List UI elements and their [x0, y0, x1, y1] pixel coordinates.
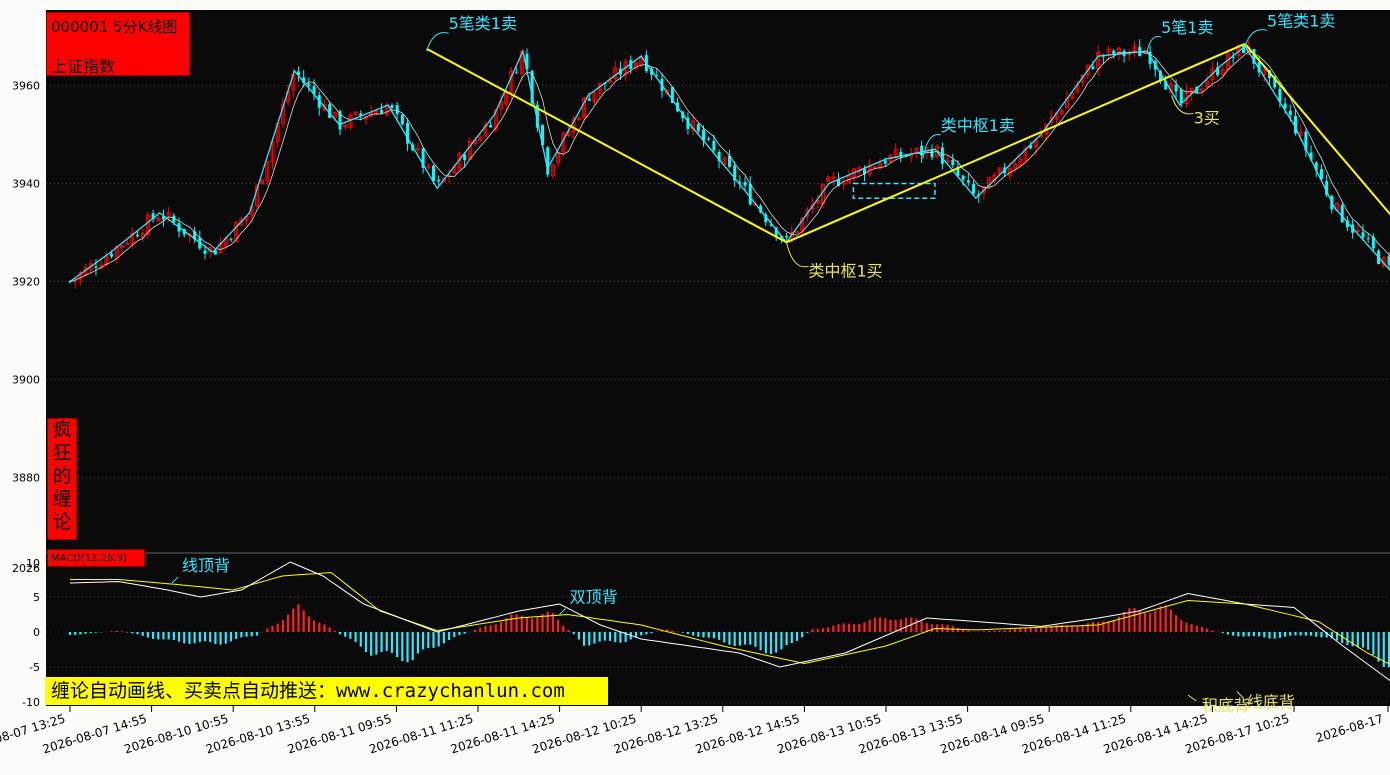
- candle-body: [1366, 238, 1370, 240]
- macd-year-label: 2026: [12, 562, 40, 575]
- candle-body: [707, 138, 711, 140]
- macd-y-tick-label: 5: [33, 591, 40, 604]
- candle-body: [972, 184, 976, 194]
- candle-body: [1355, 230, 1360, 233]
- candle-body: [940, 147, 944, 164]
- macd-annotation-label: 积底背: [1202, 696, 1250, 715]
- candle-body: [696, 124, 700, 132]
- candle-body: [203, 250, 207, 254]
- candle-body: [785, 236, 789, 238]
- candle-body: [841, 182, 846, 185]
- candle-body: [712, 140, 716, 151]
- macd-annotation-label: 线顶背: [182, 556, 230, 575]
- macd-y-axis: -10-505102026: [12, 557, 40, 709]
- candle-body: [546, 147, 550, 175]
- candle-body: [307, 83, 311, 86]
- candle-body: [748, 183, 752, 205]
- annotation-label: 5笔类1卖: [449, 14, 517, 33]
- chart-title-box: 000001 5分K线图 上证指数: [46, 12, 190, 76]
- candle-body: [380, 109, 384, 114]
- candle-body: [1288, 110, 1292, 116]
- chart-canvas: 3880 3900 3920 3940 3960 5笔类1卖类中枢1买 类中枢1卖 5笔1卖…: [0, 10, 1390, 756]
- macd-y-tick-label: 0: [33, 626, 40, 639]
- y-tick-label: 3920: [12, 276, 40, 289]
- candle-body: [431, 165, 435, 182]
- candle-body: [125, 242, 130, 245]
- index-name-label: 上证指数: [51, 57, 116, 76]
- candle-body: [1340, 204, 1344, 223]
- candle-body: [966, 180, 970, 183]
- candle-body: [400, 114, 404, 125]
- y-tick-label: 3940: [12, 178, 40, 191]
- x-tick-label: 2026-08-17: [1314, 711, 1385, 745]
- candle-body: [229, 239, 233, 241]
- candle-body: [743, 182, 747, 186]
- y-tick-label: 3880: [12, 472, 40, 485]
- chart-code-label: 000001 5分K线图: [51, 18, 178, 36]
- candle-body: [587, 98, 591, 101]
- annotation-label: 3买: [1194, 108, 1220, 127]
- candle-body: [390, 105, 394, 108]
- brand-char: 的: [52, 465, 72, 487]
- candle-body: [110, 253, 114, 257]
- candle-body: [872, 166, 877, 169]
- candle-body: [489, 125, 493, 128]
- candle-body: [94, 266, 98, 268]
- macd-y-tick-label: -10: [22, 696, 40, 709]
- candle-body: [437, 179, 441, 182]
- macd-title-box: MACD(12,26,9): [47, 549, 145, 567]
- candle-body: [136, 234, 140, 237]
- macd-annotation-label: 线底背: [1247, 693, 1295, 712]
- candle-body: [395, 105, 399, 115]
- candle-body: [1091, 66, 1095, 69]
- main-y-axis: 3880 3900 3920 3940 3960: [12, 80, 40, 485]
- candle-body: [951, 160, 955, 165]
- candle-body: [961, 175, 965, 180]
- annotation-label: 5笔类1卖: [1267, 11, 1335, 30]
- brand-char: 缠: [52, 488, 72, 510]
- annotation-label: 类中枢1买: [808, 261, 882, 280]
- candle-body: [1174, 85, 1178, 92]
- x-axis: 2026-08-07 13:252026-08-07 14:552026-08-…: [0, 706, 1389, 756]
- y-tick-label: 3960: [12, 80, 40, 93]
- brand-char: 狂: [52, 442, 72, 464]
- candle-body: [1361, 232, 1365, 238]
- brand-char: 论: [52, 511, 72, 533]
- annotation-label: 类中枢1卖: [941, 116, 1015, 135]
- candle-body: [1179, 89, 1183, 104]
- candle-body: [415, 148, 420, 151]
- brand-char: 疯: [52, 419, 72, 441]
- macd-annotation-label: 双顶背: [570, 588, 618, 607]
- promo-banner[interactable]: 缠论自动画线、买卖点自动推送：www.crazychanlun.com: [45, 677, 608, 705]
- brand-box: 疯 狂 的 缠 论: [47, 418, 77, 540]
- candle-body: [883, 160, 887, 164]
- macd-y-tick-label: -5: [29, 661, 40, 674]
- candle-body: [515, 72, 519, 74]
- y-tick-label: 3900: [12, 374, 40, 387]
- annotation-label: 5笔1卖: [1161, 18, 1213, 37]
